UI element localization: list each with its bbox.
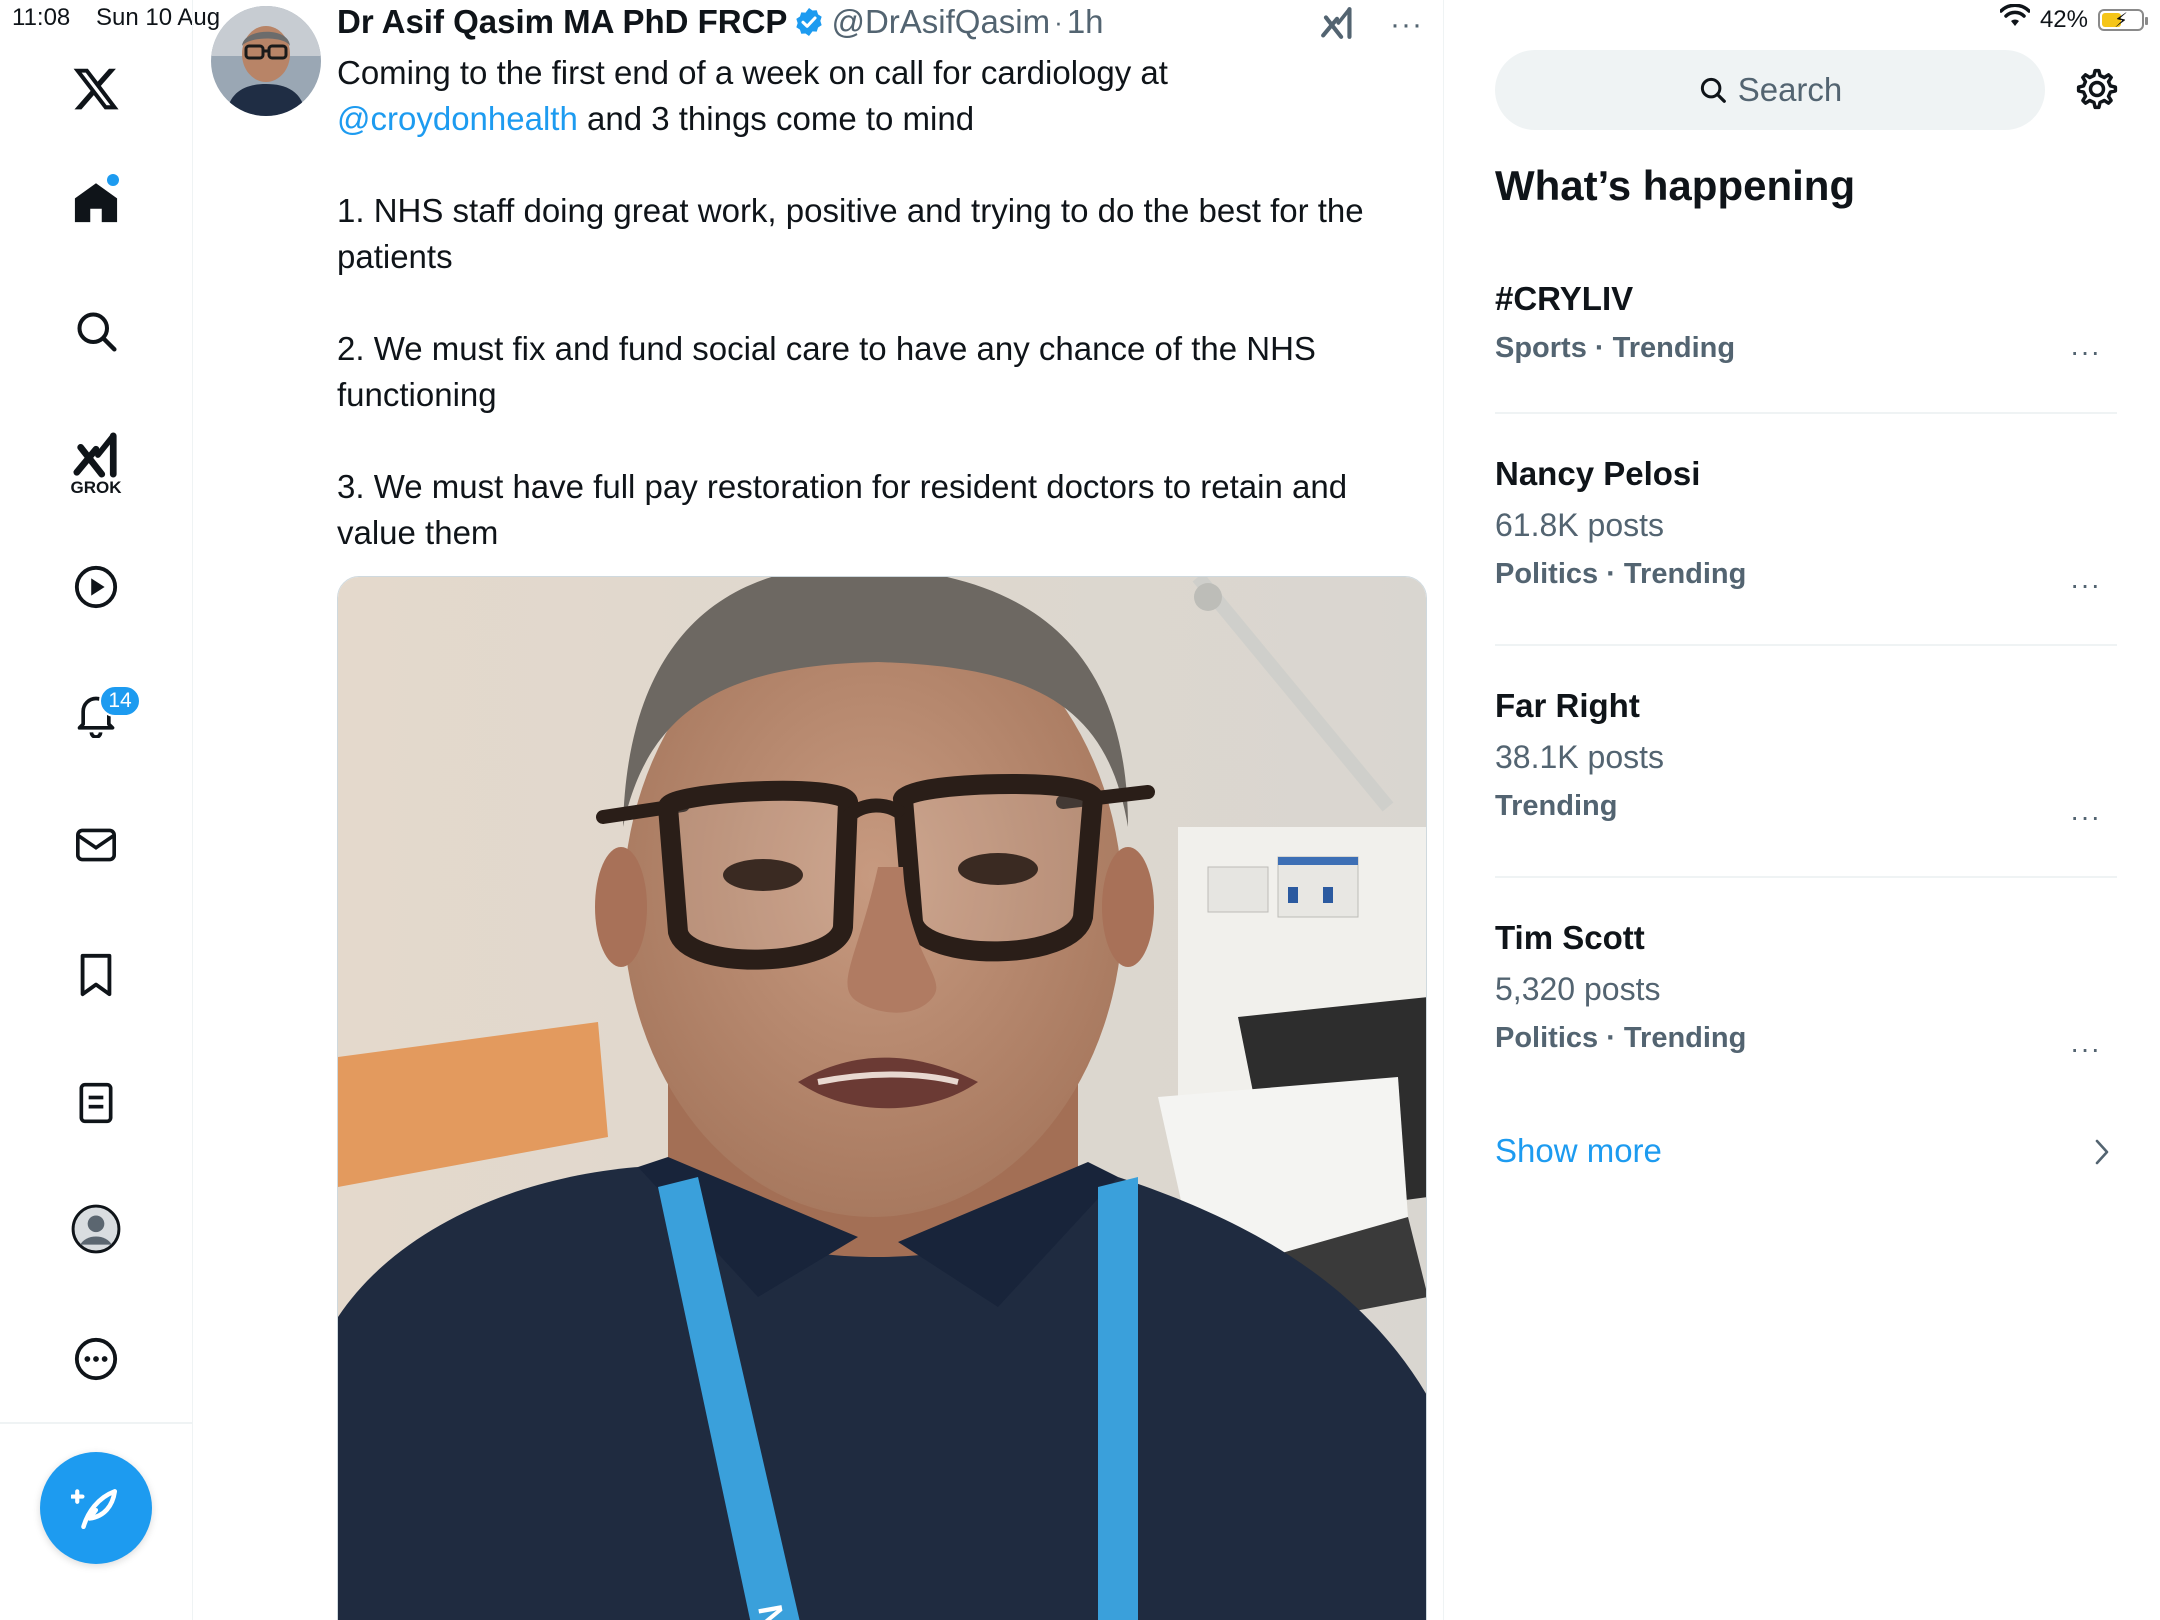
settings-gear-icon[interactable] xyxy=(2074,66,2120,117)
grok-label: GROK xyxy=(70,478,122,497)
video-play-icon[interactable] xyxy=(55,546,137,628)
left-navigation: GROK 14 xyxy=(0,0,193,1620)
compose-post-button[interactable] xyxy=(40,1452,152,1564)
post-body: Coming to the first end of a week on cal… xyxy=(337,50,1397,602)
post-more-options-icon[interactable]: ··· xyxy=(1390,8,1423,42)
trend-item[interactable]: Far Right 38.1K posts Trending ··· xyxy=(1495,687,2117,832)
author-avatar[interactable] xyxy=(211,6,321,116)
home-unread-dot xyxy=(107,174,119,186)
notifications-badge: 14 xyxy=(99,685,141,717)
trend-item[interactable]: Nancy Pelosi 61.8K posts Politics · Tren… xyxy=(1495,455,2117,600)
post-intro: Coming to the first end of a week on cal… xyxy=(337,50,1397,142)
trend-count: 61.8K posts xyxy=(1495,507,1664,543)
trend-name: Tim Scott xyxy=(1495,919,1645,956)
trend-meta: Trending xyxy=(1495,790,1618,822)
post-point-3: 3. We must have full pay restoration for… xyxy=(337,468,1348,551)
show-more-link[interactable]: Show more xyxy=(1495,1132,1662,1170)
x-logo-icon[interactable] xyxy=(55,48,137,130)
mention-link[interactable]: @croydonhealth xyxy=(337,100,578,137)
trend-more-icon[interactable]: ··· xyxy=(2070,801,2101,833)
home-icon[interactable] xyxy=(55,162,137,244)
trend-more-icon[interactable]: ··· xyxy=(2070,336,2101,368)
whats-happening-title: What’s happening xyxy=(1495,162,1856,209)
trend-meta: Politics · Trending xyxy=(1495,1022,1747,1054)
search-input[interactable]: Search xyxy=(1495,50,2045,130)
post-line1: Coming to the first end of a week on cal… xyxy=(337,54,1168,91)
trend-divider xyxy=(1495,412,2117,414)
chevron-right-icon xyxy=(2094,1138,2110,1171)
compose-feather-icon xyxy=(71,1489,118,1530)
battery-icon: ⚡ xyxy=(2098,8,2148,32)
trend-more-icon[interactable]: ··· xyxy=(2070,569,2101,601)
trend-meta: Politics · Trending xyxy=(1495,558,1747,590)
trend-more-icon[interactable]: ··· xyxy=(2070,1033,2101,1065)
nav-divider xyxy=(0,1422,193,1424)
trend-divider xyxy=(1495,644,2117,646)
trend-item[interactable]: #CRYLIV Sports · Trending ··· xyxy=(1495,280,2117,368)
post-point-2: 2. We must fix and fund social care to h… xyxy=(337,330,1316,413)
post-video[interactable]: NHS xyxy=(337,576,1427,1620)
author-handle[interactable]: @DrAsifQasim xyxy=(831,3,1050,41)
post-header: Dr Asif Qasim MA PhD FRCP @DrAsifQasim ·… xyxy=(337,0,1104,44)
more-options-icon[interactable] xyxy=(55,1318,137,1400)
trend-count: 5,320 posts xyxy=(1495,971,1661,1007)
post-line1-rest: and 3 things come to mind xyxy=(577,100,975,137)
messages-envelope-icon[interactable] xyxy=(55,804,137,886)
search-icon xyxy=(1700,77,1726,103)
author-name[interactable]: Dr Asif Qasim MA PhD FRCP xyxy=(337,3,787,41)
header-separator: · xyxy=(1054,6,1063,37)
status-indicators: 42% ⚡ xyxy=(1999,3,2148,35)
wifi-icon xyxy=(1999,3,2031,35)
battery-percent: 42% xyxy=(2039,5,2088,33)
trend-divider xyxy=(1495,876,2117,878)
verified-badge-icon xyxy=(793,6,825,38)
trend-name: Far Right xyxy=(1495,687,1640,724)
explore-search-icon[interactable] xyxy=(55,290,137,372)
post-point-1: 1. NHS staff doing great work, positive … xyxy=(337,192,1364,275)
grok-explain-icon[interactable] xyxy=(1319,6,1355,45)
trend-count: 38.1K posts xyxy=(1495,739,1664,775)
bookmarks-icon[interactable] xyxy=(55,934,137,1016)
post-time[interactable]: 1h xyxy=(1067,3,1104,41)
trend-item[interactable]: Tim Scott 5,320 posts Politics · Trendin… xyxy=(1495,919,2117,1064)
trend-name: #CRYLIV xyxy=(1495,280,1634,317)
trend-meta: Sports · Trending xyxy=(1495,332,1736,364)
trend-name: Nancy Pelosi xyxy=(1495,455,1701,492)
profile-icon[interactable] xyxy=(55,1188,137,1270)
search-placeholder: Search xyxy=(1737,71,1843,108)
post-detail: Dr Asif Qasim MA PhD FRCP @DrAsifQasim ·… xyxy=(194,0,1444,1620)
lists-icon[interactable] xyxy=(55,1062,137,1144)
